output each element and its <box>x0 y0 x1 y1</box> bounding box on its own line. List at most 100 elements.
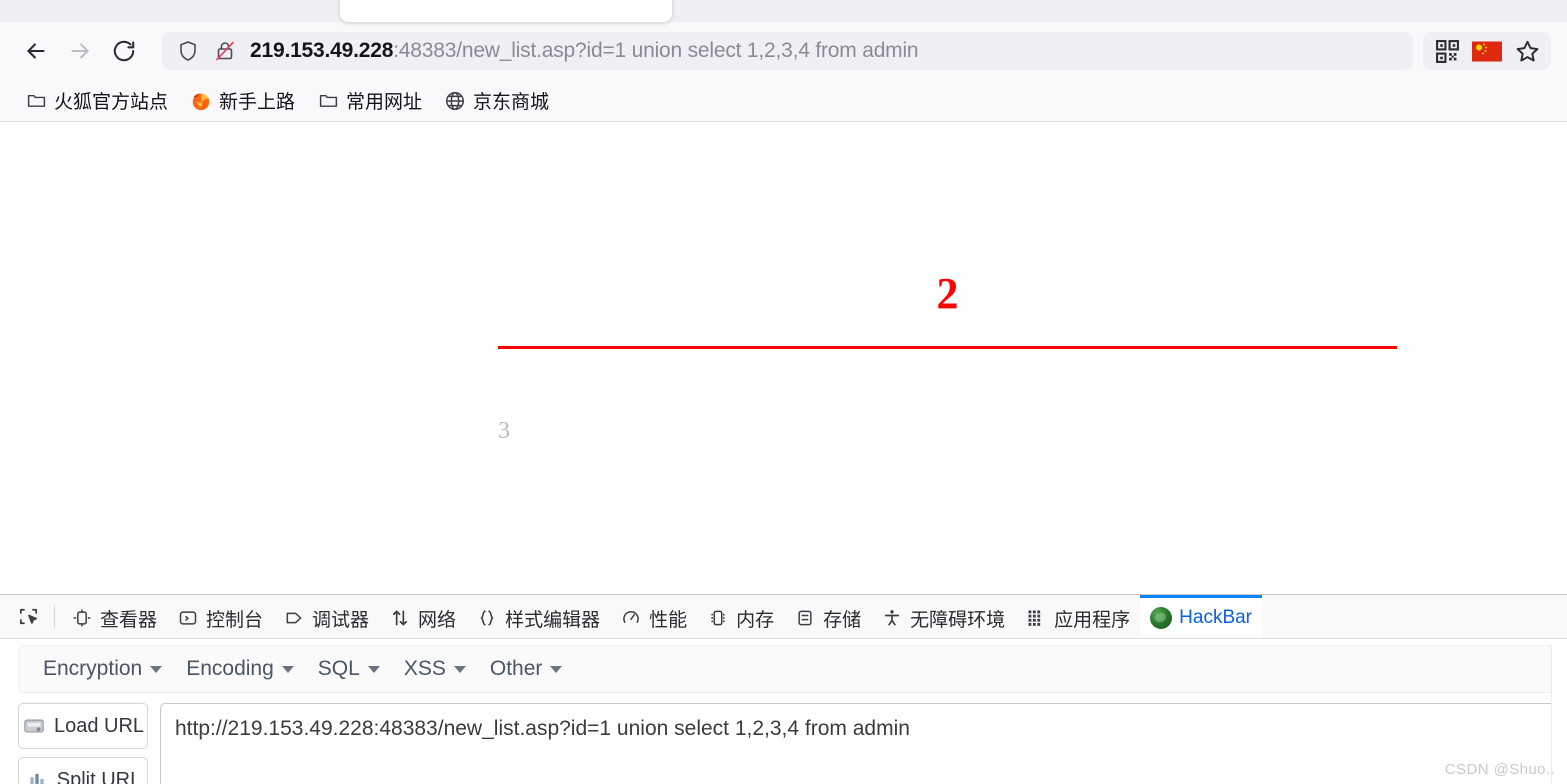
csdn-watermark: CSDN @Shuo.. <box>1444 761 1555 778</box>
reload-button[interactable] <box>102 32 146 70</box>
chevron-down-icon <box>281 665 294 673</box>
devtools-tab-label: 存储 <box>823 609 862 631</box>
address-bar[interactable]: 219.153.49.228:48383/new_list.asp?id=1 u… <box>162 32 1413 70</box>
address-host: 219.153.49.228 <box>250 39 394 62</box>
devtools-tab-hackbar[interactable]: HackBar <box>1140 595 1263 638</box>
qr-code-icon <box>1435 39 1459 63</box>
bookmark-label: 新手上路 <box>219 92 296 113</box>
sql-column-3-output: 3 <box>498 418 510 444</box>
bookmark-item-2[interactable]: 常用网址 <box>308 83 431 118</box>
star-icon <box>1516 40 1538 61</box>
chevron-down-icon <box>453 665 466 673</box>
toolbar-divider <box>54 605 55 628</box>
sql-column-2-output: 2 <box>936 269 959 318</box>
devtools-tab-label: 应用程序 <box>1054 609 1131 631</box>
tab-strip <box>0 0 1567 22</box>
chevron-down-icon <box>150 665 163 673</box>
china-flag-icon <box>1472 41 1502 61</box>
back-arrow-icon <box>27 43 45 59</box>
language-button[interactable] <box>1469 34 1505 68</box>
devtools-tab-label: 样式编辑器 <box>505 609 601 631</box>
folder-icon <box>317 90 339 112</box>
devtools-tab-label: 查看器 <box>100 609 158 631</box>
bookmark-label: 火狐官方站点 <box>54 92 169 113</box>
active-browser-tab[interactable] <box>340 0 672 22</box>
page-content: 2 3 <box>0 122 1567 582</box>
devtools-tab-memory[interactable]: 内存 <box>697 595 784 638</box>
memory-icon <box>707 607 729 629</box>
bookmarks-bar: 火狐官方站点 新手上路 常用网址 京东商城 <box>0 80 1567 122</box>
menu-label: XSS <box>403 657 446 680</box>
back-button[interactable] <box>14 32 58 70</box>
bookmark-item-1[interactable]: 新手上路 <box>181 83 304 118</box>
devtools-tab-inspector[interactable]: 查看器 <box>61 595 167 638</box>
menu-label: SQL <box>317 657 360 680</box>
devtools-tab-label: 调试器 <box>312 609 370 631</box>
devtools-tab-bar: 查看器 控制台 调试器 网络 样式编辑器 性能 内存 存储 无障碍环境 应用程序… <box>0 595 1567 639</box>
folder-icon <box>25 90 47 112</box>
bookmark-label: 京东商城 <box>473 92 550 113</box>
shield-icon[interactable] <box>176 39 200 63</box>
toolbar-actions <box>1423 32 1551 70</box>
devtools-tab-label: 无障碍环境 <box>910 609 1006 631</box>
forward-button[interactable] <box>58 32 102 70</box>
bookmark-item-0[interactable]: 火狐官方站点 <box>16 83 177 118</box>
split-url-icon <box>25 769 49 784</box>
application-icon <box>1025 607 1047 629</box>
element-picker-icon <box>19 608 37 625</box>
devtools-tab-label: 控制台 <box>206 609 264 631</box>
devtools-panel: 查看器 控制台 调试器 网络 样式编辑器 性能 内存 存储 无障碍环境 应用程序… <box>0 594 1567 784</box>
devtools-tab-console[interactable]: 控制台 <box>167 595 273 638</box>
bookmark-item-3[interactable]: 京东商城 <box>435 83 558 118</box>
navigation-toolbar: 219.153.49.228:48383/new_list.asp?id=1 u… <box>0 22 1567 80</box>
globe-icon <box>444 90 466 112</box>
hackbar-request-textarea[interactable]: http://219.153.49.228:48383/new_list.asp… <box>160 703 1559 784</box>
address-path: :48383/new_list.asp?id=1 union select 1,… <box>393 39 919 62</box>
devtools-tab-label: 性能 <box>649 609 688 631</box>
address-bar-text[interactable]: 219.153.49.228:48383/new_list.asp?id=1 u… <box>250 39 918 63</box>
hackbar-body: Load URL Split URL http://219.153.49.228… <box>18 703 1559 784</box>
menu-label: Other <box>489 657 543 680</box>
network-icon <box>389 607 411 629</box>
devtools-tab-style-editor[interactable]: 样式编辑器 <box>466 595 610 638</box>
horizontal-rule <box>498 346 1397 349</box>
hackbar-menu-xss[interactable]: XSS <box>394 652 476 686</box>
devtools-tab-performance[interactable]: 性能 <box>610 595 697 638</box>
load-url-icon <box>22 715 46 737</box>
load-url-button[interactable]: Load URL <box>18 703 148 749</box>
style-editor-icon <box>476 607 498 629</box>
chevron-down-icon <box>550 665 563 673</box>
hackbar-button-column: Load URL Split URL <box>18 703 148 784</box>
storage-icon <box>794 607 816 629</box>
devtools-tab-accessibility[interactable]: 无障碍环境 <box>871 595 1015 638</box>
devtools-tab-application[interactable]: 应用程序 <box>1015 595 1140 638</box>
bookmark-star-button[interactable] <box>1509 34 1545 68</box>
button-label: Load URL <box>53 714 145 737</box>
devtools-tab-debugger[interactable]: 调试器 <box>273 595 379 638</box>
hackbar-menu-other[interactable]: Other <box>480 652 573 686</box>
inspector-icon <box>71 607 93 629</box>
reload-icon <box>113 40 135 62</box>
browser-window: 219.153.49.228:48383/new_list.asp?id=1 u… <box>0 0 1567 784</box>
hackbar-menu-bar: Encryption Encoding SQL XSS Other <box>18 645 1559 693</box>
menu-label: Encoding <box>186 657 274 680</box>
devtools-tab-label: 网络 <box>418 609 457 631</box>
hackbar-menu-encoding[interactable]: Encoding <box>176 652 304 686</box>
hackbar-menu-sql[interactable]: SQL <box>308 652 390 686</box>
chevron-down-icon <box>367 665 380 673</box>
hackbar-favicon-icon <box>1150 607 1173 629</box>
split-url-button[interactable]: Split URL <box>18 757 148 784</box>
console-icon <box>177 607 199 629</box>
devtools-tab-network[interactable]: 网络 <box>379 595 466 638</box>
qr-code-button[interactable] <box>1429 34 1465 68</box>
bookmark-label: 常用网址 <box>346 92 423 113</box>
lock-crossed-icon[interactable] <box>213 39 237 63</box>
devtools-tab-label: 内存 <box>736 609 775 631</box>
hackbar-panel: Encryption Encoding SQL XSS Other Load U… <box>0 645 1567 784</box>
accessibility-icon <box>881 607 903 629</box>
forward-arrow-icon <box>71 43 89 59</box>
hackbar-menu-encryption[interactable]: Encryption <box>33 652 172 686</box>
devtools-tab-storage[interactable]: 存储 <box>784 595 871 638</box>
menu-label: Encryption <box>43 657 143 680</box>
element-picker-button[interactable] <box>8 595 48 638</box>
